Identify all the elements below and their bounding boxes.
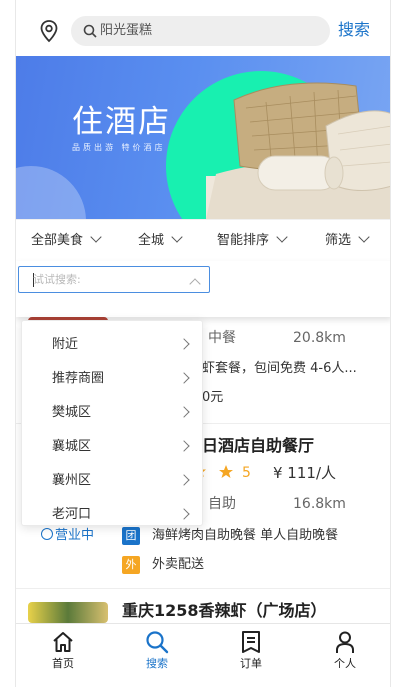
filter-all-food[interactable]: 全部美食 (31, 231, 102, 250)
search-icon (83, 24, 97, 38)
chevron-right-icon (178, 474, 190, 486)
menu-item-label: 襄城区 (52, 439, 92, 454)
menu-item-label: 樊城区 (52, 405, 92, 420)
listing-category: 自助 (208, 496, 236, 512)
filter-sort[interactable]: 智能排序 (217, 231, 288, 250)
search-placeholder: 阳光蛋糕 (100, 23, 153, 38)
tab-label: 订单 (240, 657, 262, 670)
bottom-tab-bar: 首页 搜索 订单 个人 (16, 623, 390, 674)
chevron-down-icon (276, 231, 288, 243)
listing-deal: 虾套餐，包间免费 4-6人... (202, 361, 357, 376)
home-icon (53, 632, 73, 652)
listing-rating: 5 (242, 465, 251, 481)
listing-category: 中餐 (208, 330, 236, 346)
tab-search[interactable]: 搜索 (110, 624, 204, 674)
top-header: 阳光蛋糕 搜索 (16, 0, 390, 56)
tab-orders[interactable]: 订单 (204, 624, 298, 674)
tab-home[interactable]: 首页 (16, 624, 110, 674)
listing-price: 0元 (202, 390, 224, 405)
district-menu: 附近 推荐商圈 樊城区 襄城区 襄州区 老河口 (21, 320, 203, 526)
person-icon (336, 631, 354, 653)
location-search-placeholder: 试试搜索: (33, 273, 81, 286)
tab-label: 个人 (334, 657, 356, 670)
listing-distance: 20.8km (293, 330, 346, 346)
listing-price: ¥ 111/人 (273, 464, 336, 482)
search-icon (146, 631, 169, 654)
order-icon (242, 631, 260, 653)
chevron-right-icon (178, 372, 190, 384)
chevron-right-icon (178, 440, 190, 452)
chevron-right-icon (178, 338, 190, 350)
filter-city[interactable]: 全城 (138, 231, 183, 250)
menu-item-business-district[interactable]: 推荐商圈 (22, 362, 202, 396)
banner-subtitle: 品质出游 特价酒店 (72, 143, 166, 152)
listing-name: 重庆1258香辣虾（广场店） (122, 601, 327, 620)
location-search-input[interactable]: 试试搜索: (18, 266, 210, 293)
filter-label: 筛选 (325, 233, 352, 248)
banner-title: 住酒店 (72, 104, 171, 140)
restaurant-thumbnail (28, 602, 108, 623)
menu-item-label: 推荐商圈 (52, 371, 105, 386)
listing-distance: 16.8km (293, 496, 346, 512)
filter-label: 全城 (138, 233, 165, 248)
chevron-up-icon[interactable] (189, 278, 201, 290)
tab-label: 首页 (52, 657, 74, 670)
chevron-right-icon (178, 406, 190, 418)
filter-bar: 全部美食 全城 智能排序 筛选 (16, 219, 390, 261)
menu-item-label: 老河口 (52, 507, 92, 522)
hotel-banner[interactable]: 住酒店 品质出游 特价酒店 (16, 56, 390, 219)
menu-item-xiangcheng[interactable]: 襄城区 (22, 430, 202, 464)
tab-profile[interactable]: 个人 (298, 624, 390, 674)
menu-item-label: 襄州区 (52, 473, 92, 488)
filter-label: 智能排序 (217, 233, 270, 248)
listing-name: 日酒店自助餐厅 (202, 436, 315, 455)
delivery-text: 外卖配送 (152, 557, 205, 572)
menu-item-label: 附近 (52, 337, 79, 352)
delivery-tag: 外 (122, 556, 140, 574)
filter-label: 全部美食 (31, 233, 84, 248)
location-dropdown-panel: 试试搜索: (16, 261, 390, 317)
app-frame: 阳光蛋糕 搜索 住酒店 品质出游 特价酒店 全部美食 全城 智能排序 筛选 中餐… (15, 0, 391, 687)
filter-screen[interactable]: 筛选 (325, 231, 370, 250)
bottom-safe-area (16, 673, 390, 687)
menu-item-fancheng[interactable]: 樊城区 (22, 396, 202, 430)
menu-item-xiangzhou[interactable]: 襄州区 (22, 464, 202, 498)
banner-decor-circle-light (16, 166, 86, 219)
chevron-down-icon (171, 231, 183, 243)
tab-label: 搜索 (146, 657, 168, 670)
bed-illustration (206, 82, 390, 219)
location-pin-icon[interactable] (38, 19, 60, 43)
chevron-down-icon (90, 231, 102, 243)
menu-item-laohekou[interactable]: 老河口 (22, 498, 202, 532)
search-input[interactable]: 阳光蛋糕 (71, 16, 330, 46)
menu-item-nearby[interactable]: 附近 (22, 328, 202, 362)
search-button[interactable]: 搜索 (338, 19, 370, 41)
chevron-down-icon (358, 231, 370, 243)
chevron-right-icon (178, 508, 190, 520)
